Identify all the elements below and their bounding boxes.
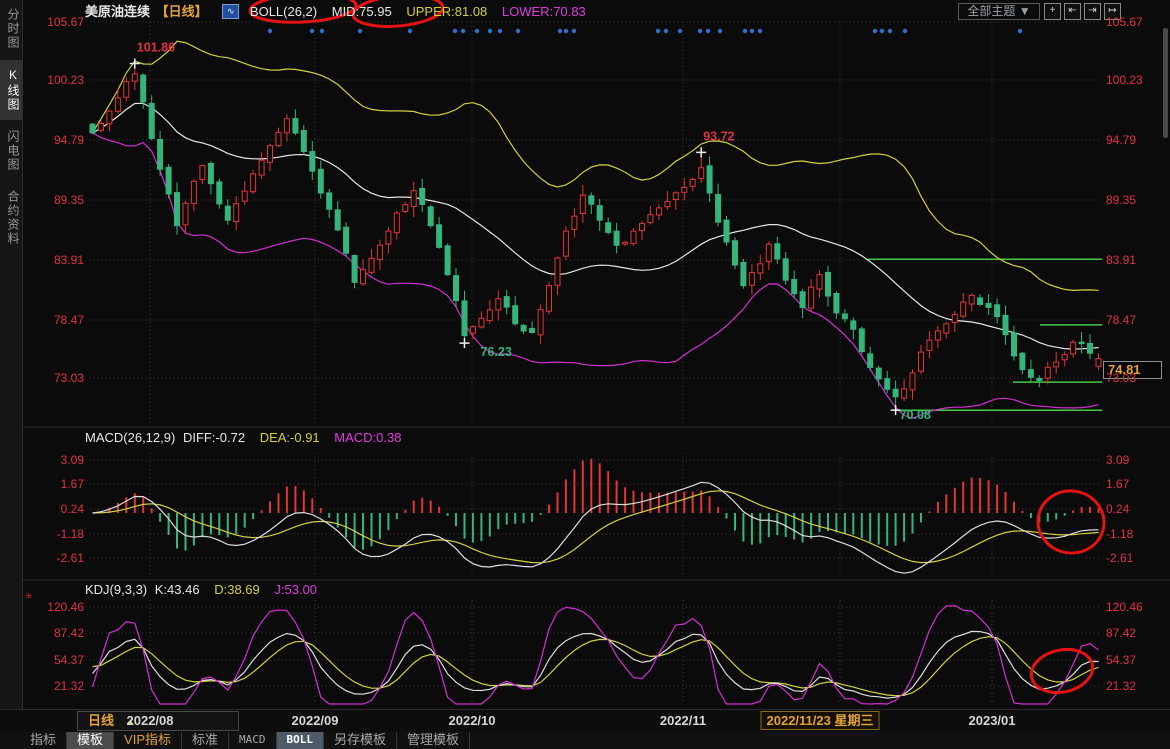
price-annotations: 101.86 93.72 76.23 70.08	[130, 41, 931, 423]
macd-axis-label-right: 1.67	[1106, 477, 1166, 491]
kdj-axis-label-right: 21.32	[1106, 679, 1166, 693]
macd-macd-value: MACD:0.38	[334, 430, 401, 446]
sidebar-item-1[interactable]: K线图	[0, 60, 22, 120]
date-label-3: 2022/11	[660, 713, 706, 728]
macd-name[interactable]: MACD(26,12,9)	[85, 430, 175, 446]
boll-bands	[93, 41, 1099, 418]
tab-BOLL[interactable]: BOLL	[277, 732, 325, 749]
date-axis-row: 日线 ▲ 2022/082022/092022/102022/112022/11…	[0, 709, 1170, 733]
date-label-0: 2022/08	[127, 713, 174, 728]
kdj-axis-label-left: 21.32	[24, 679, 84, 693]
indicator-name[interactable]: BOLL(26,2)	[250, 3, 317, 20]
price-axis-label-left: 89.35	[24, 193, 84, 207]
kdj-axis-label-right: 54.37	[1106, 653, 1166, 667]
date-label-2: 2022/10	[449, 713, 496, 728]
macd-axis-label-right: 3.09	[1106, 453, 1166, 467]
kdj-name[interactable]: KDJ(9,3,3)	[85, 582, 147, 598]
boll-mid-value: MID:75.95	[332, 3, 392, 20]
sidebar-item-3[interactable]: 合约资料	[0, 182, 22, 254]
selected-date-label: 2022/11/23 星期三	[761, 711, 880, 730]
date-label-5: 2023/01	[969, 713, 1016, 728]
kdj-axis-label-left: 120.46	[24, 600, 84, 614]
hand-drawn-circle-annotations	[249, 0, 1108, 698]
kdj-j-value: J:53.00	[274, 582, 317, 598]
macd-axis-label-right: -1.18	[1106, 527, 1166, 541]
price-axis-label-left: 105.67	[24, 15, 84, 29]
candlestick-series	[90, 64, 1101, 411]
kdj-axis-label-right: 87.42	[1106, 626, 1166, 640]
kdj-d-value: D:38.69	[214, 582, 260, 598]
theme-dropdown-label: 全部主题	[967, 4, 1015, 18]
boll-upper-value: UPPER:81.08	[406, 3, 487, 20]
sidebar-item-2[interactable]: 闪电图	[0, 122, 22, 180]
price-axis-label-left: 100.23	[24, 73, 84, 87]
macd-axis-label-left: 3.09	[24, 453, 84, 467]
chart-canvas: 101.86 93.72 76.23 70.08	[0, 0, 1170, 749]
price-axis-label-right: 89.35	[1106, 193, 1166, 207]
price-axis-label-right: 83.91	[1106, 253, 1166, 267]
kdj-axis-label-right: 120.46	[1106, 600, 1166, 614]
kdj-k-value: K:43.46	[155, 582, 200, 598]
sidebar-item-0[interactable]: 分时图	[0, 0, 22, 58]
tab-标准[interactable]: 标准	[182, 732, 229, 749]
bottom-tab-bar: 指标模板VIP指标标准MACDBOLL另存模板管理模板	[0, 732, 1170, 749]
tab-MACD[interactable]: MACD	[229, 732, 277, 749]
macd-dea-value: DEA:-0.91	[260, 430, 320, 446]
macd-axis-label-right: -2.61	[1106, 551, 1166, 565]
support-lines[interactable]	[868, 259, 1102, 410]
boll-lower-value: LOWER:70.83	[502, 3, 586, 20]
tab-指标[interactable]: 指标	[20, 732, 67, 749]
svg-text:70.08: 70.08	[900, 408, 931, 422]
kdj-header: KDJ(9,3,3) K:43.46 D:38.69 J:53.00	[85, 581, 328, 597]
macd-axis-label-right: 0.24	[1106, 502, 1166, 516]
price-axis-label-right: 78.47	[1106, 313, 1166, 327]
macd-panel-series	[93, 459, 1099, 573]
chart-type-icon[interactable]: ∿	[222, 4, 239, 19]
left-sidebar: 分时图K线图闪电图合约资料	[0, 0, 23, 731]
svg-text:101.86: 101.86	[137, 41, 175, 55]
theme-dropdown[interactable]: 全部主题 ▼	[958, 3, 1040, 20]
tab-模板[interactable]: 模板	[67, 732, 114, 749]
price-axis-label-left: 94.79	[24, 133, 84, 147]
svg-text:76.23: 76.23	[481, 345, 512, 359]
price-axis-label-right: 105.67	[1106, 15, 1166, 29]
tab-管理模板[interactable]: 管理模板	[397, 732, 470, 749]
period-selector-label: 日线	[88, 713, 114, 728]
price-axis-label-right: 73.03	[1106, 371, 1166, 385]
kdj-panel-series	[93, 606, 1099, 704]
scale-right-icon[interactable]: ⇥	[1084, 3, 1101, 20]
macd-axis-label-left: 0.24	[24, 502, 84, 516]
kdj-axis-label-left: 54.37	[24, 653, 84, 667]
grid-lines	[23, 22, 1170, 704]
chart-header: 美原油连续 【日线】 ∿ BOLL(26,2) MID:75.95 UPPER:…	[85, 2, 597, 19]
date-label-1: 2022/09	[292, 713, 339, 728]
tab-另存模板[interactable]: 另存模板	[324, 732, 397, 749]
macd-axis-label-left: 1.67	[24, 477, 84, 491]
symbol-title: 美原油连续	[85, 3, 150, 20]
crosshair-icon[interactable]: +	[1044, 3, 1061, 20]
macd-header: MACD(26,12,9) DIFF:-0.72 DEA:-0.91 MACD:…	[85, 429, 413, 445]
macd-diff-value: DIFF:-0.72	[183, 430, 245, 446]
price-axis-label-right: 94.79	[1106, 133, 1166, 147]
price-axis-label-left: 78.47	[24, 313, 84, 327]
kdj-axis-label-left: 87.42	[24, 626, 84, 640]
scale-left-icon[interactable]: ⇤	[1064, 3, 1081, 20]
price-axis-label-right: 100.23	[1106, 73, 1166, 87]
price-axis-label-left: 73.03	[24, 371, 84, 385]
tab-VIP指标[interactable]: VIP指标	[114, 732, 182, 749]
event-dot-markers	[268, 29, 1022, 33]
macd-axis-label-left: -1.18	[24, 527, 84, 541]
macd-axis-label-left: -2.61	[24, 551, 84, 565]
price-axis-label-left: 83.91	[24, 253, 84, 267]
trading-app-window: 101.86 93.72 76.23 70.08 分时图K线图闪电图合约资料 美原油连…	[0, 0, 1170, 749]
svg-text:93.72: 93.72	[703, 129, 734, 143]
period-tag: 【日线】	[156, 3, 208, 20]
chevron-down-icon: ▼	[1019, 4, 1031, 18]
